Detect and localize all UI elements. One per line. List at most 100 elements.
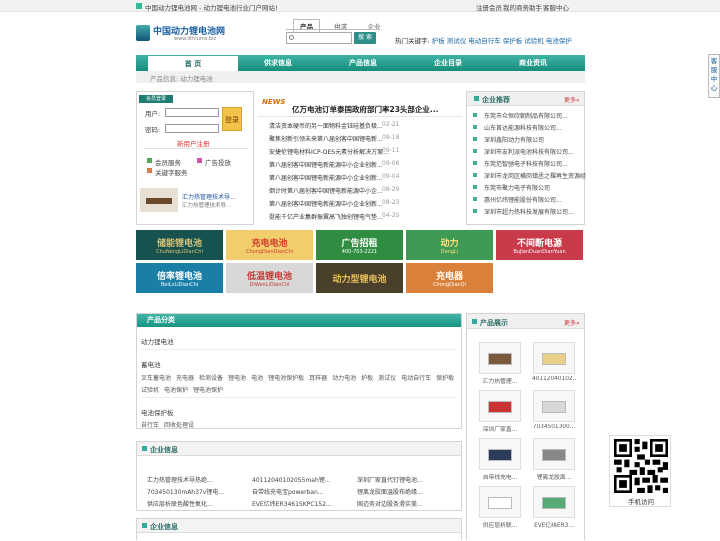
ad-service-link[interactable]: 广告投放 [205,157,231,167]
product-image[interactable] [479,390,521,422]
banner-ad[interactable]: 储能锂电池 ChuNengLiDianChi [136,230,223,260]
company-item[interactable]: 东莞范智驰电子科技有限公司... [484,159,568,168]
product-caption[interactable]: 40112040102... [532,376,576,382]
site-logo[interactable]: 中国动力锂电池网 www.lithiums.biz [136,24,225,46]
category-heading[interactable]: 蓄电池 [141,359,161,369]
news-headline[interactable]: 亿万电池订单泰国政府部门率23头部企业... [292,104,438,115]
nav-supply[interactable]: 供求信息 [233,55,323,71]
product-image[interactable] [533,390,575,422]
banner-ad[interactable]: 广告招租 400-703-2221 [316,230,403,260]
product-caption[interactable]: EVE亿纬ER3... [532,520,576,529]
category-heading[interactable]: 动力锂电池 [141,336,174,346]
product-caption[interactable]: 供应层析联... [478,520,522,529]
product-image[interactable] [479,438,521,470]
category-link[interactable]: 锂电池 [228,375,246,382]
tab-company[interactable]: 企业 [361,20,386,32]
username-input[interactable] [165,108,219,117]
product-image[interactable] [479,342,521,374]
company-item[interactable]: 东莞市聚力电子有限公司 [484,183,550,192]
news-item[interactable]: 聚焦创新引领未来第八届创客中国锂电新... 09-18 [269,134,399,143]
nav-news[interactable]: 商业资讯 [488,55,578,71]
category-link[interactable]: 充电器 [176,375,194,382]
search-input[interactable] [286,32,352,44]
product-image[interactable] [533,486,575,518]
hot-keyword[interactable]: 电池保护 [546,37,572,45]
company-item[interactable]: 惠州亿纬锂能股份有限公司... [484,195,562,204]
banner-ad[interactable]: 充电电池 ChongDianDianChi [226,230,313,260]
news-item[interactable]: 挺能千亿产业集群振翼高飞独创锂电气垫... 04-25 [269,212,399,221]
customer-service-float[interactable]: 客服中心 [708,54,720,98]
category-link[interactable]: 耳样器 [309,375,327,382]
company-item[interactable]: 东莞市众恒欣朝制品有限公司... [484,111,568,120]
product-caption[interactable]: 7034501300... [532,424,576,430]
product-image[interactable] [533,438,575,470]
info-item[interactable]: 供应层析联色酸性氧化... [147,499,213,508]
register-link[interactable]: 新用户注册 [177,138,210,148]
info-item[interactable]: 锂离龙胶面温股布绝缘... [357,487,423,496]
home-icon[interactable] [136,3,142,9]
product-image[interactable] [533,342,575,374]
category-heading[interactable]: 电池保护板 [141,407,174,417]
banner-ad[interactable]: 不间断电源 BuJianDuanDianYuan [496,230,583,260]
keyword-service-link[interactable]: 关键字服务 [155,167,188,177]
company-item[interactable]: 深圳市友利派电池科技有限公司... [484,147,574,156]
hot-keyword[interactable]: 护板 [432,37,445,45]
info-item[interactable]: EVE亿纬ER34615KPC152... [252,499,332,508]
category-link[interactable]: 护板 [361,375,373,382]
company-item[interactable]: 深圳鑫阳动力有限公司 [484,135,544,144]
info-item[interactable]: 深圳厂家直代钉锂电池... [357,475,423,484]
category-link[interactable]: 自行车 [141,422,159,429]
news-item[interactable]: 清洁资本硬币的另一面物料金钰硅基负极... 02-21 [269,121,399,130]
news-item[interactable]: 安捷伦锂电材料ICP-OES元素分析解决方案... 09-11 [269,147,399,156]
category-link[interactable]: 检测设备 [199,375,223,382]
login-button[interactable]: 登录 [222,107,242,131]
news-item[interactable]: 第八届创客中国锂电新能源中小企业创新... 09-06 [269,160,399,169]
category-link[interactable]: 试验机 [141,387,159,394]
nav-companies[interactable]: 企业目录 [403,55,493,71]
product-caption[interactable]: 自带线充电... [478,472,522,481]
banner-ad[interactable]: 动力 DongLi [406,230,493,260]
hot-keyword[interactable]: 测试仪 [447,37,467,45]
category-link[interactable]: 保护板 [436,375,454,382]
category-link[interactable]: 动力电池 [332,375,356,382]
category-link[interactable]: 锂电池保护 [193,387,223,394]
featured-product-title[interactable]: 汇力热管理技术导... [182,192,236,201]
service-center-link[interactable]: 客服中心 [543,2,569,12]
company-item[interactable]: 深圳市超力热科技发展有限公司... [484,207,574,216]
banner-ad[interactable]: 低温锂电池 DiWenLiDianChi [226,263,313,293]
info-item[interactable]: 自带线充电宝powerban... [252,487,324,496]
news-item[interactable]: 第八届创客中国锂电新能源中小企业创新... 09-04 [269,173,399,182]
news-item[interactable]: 倒计时第八届创客中国锂电新能源中小企... 08-29 [269,186,399,195]
member-service-link[interactable]: 会员服务 [155,157,181,167]
product-caption[interactable]: 锂离龙胶面... [532,472,576,481]
category-link[interactable]: 测试仪 [378,375,396,382]
company-item[interactable]: 山东首达能源科技有限公司... [484,123,562,132]
qr-float[interactable]: 手机访问 [609,435,671,507]
register-link[interactable]: 注册会员 [476,2,502,12]
tab-supply[interactable]: 供求 [328,20,353,32]
category-link[interactable]: 叉车蓄电池 [141,375,171,382]
tab-product[interactable]: 产品 [293,19,320,32]
product-thumbnail[interactable] [140,188,178,212]
news-item[interactable]: 第八届创客中国锂电新能源中小企业创新... 08-23 [269,199,399,208]
hot-keyword[interactable]: 试验机 [524,37,544,45]
info-item[interactable]: 汇力热管理技术导热绝... [147,475,213,484]
category-link[interactable]: 电动自行车 [401,375,431,382]
info-item[interactable]: 703450130mAh37v锂电... [147,487,224,496]
product-image[interactable] [479,486,521,518]
product-caption[interactable]: 汇力热管理... [478,376,522,385]
category-link[interactable]: 回收处理设 [164,422,194,429]
nav-home[interactable]: 首 页 [148,56,238,71]
banner-ad[interactable]: 倍率锂电池 BeiLvLiDianChi [136,263,223,293]
banner-ad[interactable]: 充电器 ChongDianQi [406,263,493,293]
category-link[interactable]: 电池保护 [164,387,188,394]
hot-keyword[interactable]: 电动自行车 [468,37,501,45]
category-link[interactable]: 电池 [251,375,263,382]
search-button[interactable]: 搜 索 [354,32,376,44]
nav-products[interactable]: 产品信息 [318,55,408,71]
info-item[interactable]: 国迈务对边股条滑实美... [357,499,423,508]
info-item[interactable]: 40112040102055mah锂... [252,475,331,484]
category-link[interactable]: 锂电池保护板 [268,375,304,382]
company-item[interactable]: 深圳市龙岗区横岗镇丞之棵再生资源经 [484,171,586,180]
more-link[interactable]: 更多» [564,95,580,104]
